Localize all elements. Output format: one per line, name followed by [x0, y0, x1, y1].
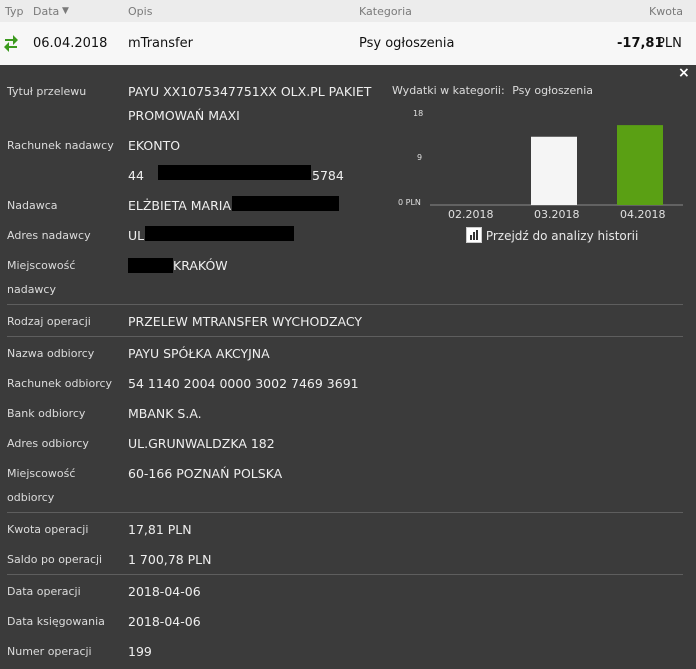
label-adres-odb: Adres odbiorcy — [7, 437, 89, 450]
x-tick-label: 02.2018 — [448, 208, 494, 221]
details-panel: × Tytuł przelewu PAYU XX1075347751XX OLX… — [0, 65, 696, 669]
label-numer: Numer operacji — [7, 645, 92, 658]
history-analysis-label: Przejdź do analizy historii — [485, 229, 639, 243]
label-miejsc-odb-2: odbiorcy — [7, 491, 55, 504]
label-kwota: Kwota operacji — [7, 523, 89, 536]
transfer-arrows-icon — [4, 35, 18, 52]
divider — [7, 304, 683, 305]
divider — [7, 336, 683, 337]
transaction-row[interactable]: 06.04.2018 mTransfer Psy ogłoszenia -17,… — [0, 22, 696, 65]
label-data-op: Data operacji — [7, 585, 81, 598]
value-nazwa-odb: PAYU SPÓŁKA AKCYJNA — [128, 346, 270, 361]
label-rach-odb: Rachunek odbiorcy — [7, 377, 113, 390]
value-rach-odb: 54 1140 2004 0000 3002 7469 3691 — [128, 376, 359, 391]
transaction-category[interactable]: Psy ogłoszenia — [359, 36, 454, 51]
col-kwota[interactable]: Kwota — [649, 5, 683, 18]
col-opis[interactable]: Opis — [128, 5, 152, 18]
label-miejsc-nad-2: nadawcy — [7, 283, 56, 296]
redaction — [145, 226, 294, 241]
transaction-currency: PLN — [657, 36, 682, 51]
x-tick-label: 04.2018 — [620, 208, 666, 221]
label-data-ks: Data księgowania — [7, 615, 105, 628]
x-tick-label: 03.2018 — [534, 208, 580, 221]
value-data-ks: 2018-04-06 — [128, 614, 201, 629]
value-bank-odb: MBANK S.A. — [128, 406, 202, 421]
value-saldo: 1 700,78 PLN — [128, 552, 212, 567]
value-miejsc-nad: KRAKÓW — [173, 258, 228, 273]
label-bank-odb: Bank odbiorcy — [7, 407, 86, 420]
transaction-description: mTransfer — [128, 36, 193, 51]
value-miejsc-odb: 60-166 POZNAŃ POLSKA — [128, 466, 283, 481]
value-rodzaj: PRZELEW MTRANSFER WYCHODZACY — [128, 314, 363, 329]
value-kwota: 17,81 PLN — [128, 522, 192, 537]
label-rodzaj: Rodzaj operacji — [7, 315, 91, 328]
label-nazwa-odb: Nazwa odbiorcy — [7, 347, 95, 360]
chart-bar — [617, 125, 663, 205]
chart-bar — [531, 136, 577, 205]
col-data[interactable]: Data — [33, 5, 59, 18]
label-miejsc-odb-1: Miejscowość — [7, 467, 76, 480]
label-miejsc-nad-1: Miejscowość — [7, 259, 76, 272]
table-header: Typ Data ▼ Opis Kategoria Kwota — [0, 0, 696, 22]
label-saldo: Saldo po operacji — [7, 553, 103, 566]
transaction-date: 06.04.2018 — [33, 36, 108, 51]
value-adres-odb: UL.GRUNWALDZKA 182 — [128, 436, 275, 451]
divider — [7, 512, 683, 513]
spending-chart — [430, 125, 683, 206]
label-adres-nad: Adres nadawcy — [7, 229, 91, 242]
col-typ[interactable]: Typ — [5, 5, 24, 18]
value-numer: 199 — [128, 644, 152, 659]
divider — [7, 574, 683, 575]
col-kategoria[interactable]: Kategoria — [359, 5, 412, 18]
bar-chart-icon — [466, 227, 482, 243]
redaction — [128, 258, 173, 273]
sort-down-icon[interactable]: ▼ — [62, 6, 69, 16]
value-data-op: 2018-04-06 — [128, 584, 201, 599]
history-analysis-link[interactable]: Przejdź do analizy historii — [466, 227, 638, 243]
